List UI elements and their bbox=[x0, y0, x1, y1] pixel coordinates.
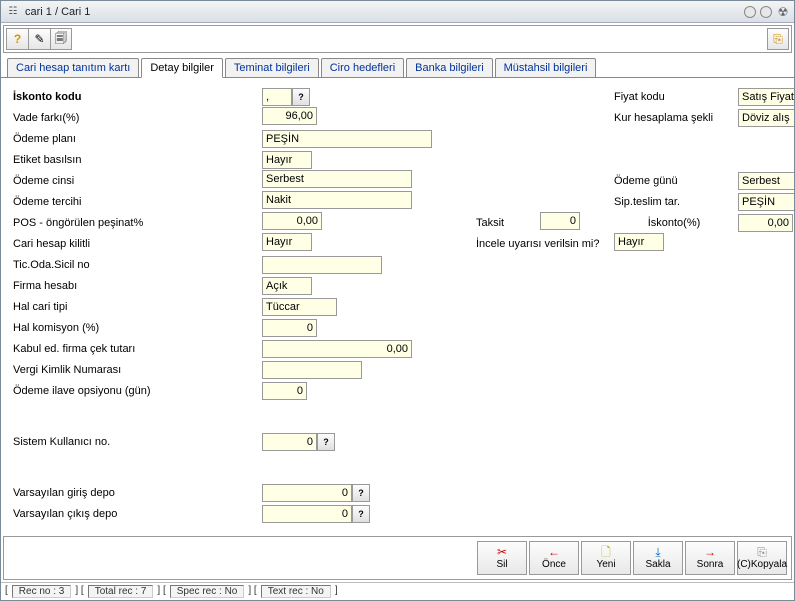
lbl-vergi-kimlik: Vergi Kimlik Numarası bbox=[13, 364, 258, 376]
lookup-iskonto-kodu[interactable]: ? bbox=[292, 88, 310, 106]
lbl-varsayilan-cikis: Varsayılan çıkış depo bbox=[13, 508, 258, 520]
window-title: cari 1 / Cari 1 bbox=[25, 6, 744, 18]
fld-odeme-ilave[interactable]: 0 bbox=[262, 382, 307, 400]
toolbar: ? ✎ 🗐 ⎘ bbox=[3, 25, 792, 53]
new-label: Yeni bbox=[596, 559, 615, 570]
tab-cari-hesap[interactable]: Cari hesap tanıtım kartı bbox=[7, 58, 139, 78]
fld-taksit[interactable]: 0 bbox=[540, 212, 580, 230]
statusbar: [ Rec no : 3 ] [ Total rec : 7 ] [ Spec … bbox=[1, 582, 794, 600]
edit-button[interactable]: ✎ bbox=[28, 28, 50, 50]
copy-icon: ⎘ bbox=[757, 546, 767, 558]
lbl-incele-uyari: İncele uyarısı verilsin mi? bbox=[476, 238, 610, 250]
fld-fiyat-kodu[interactable]: Satış Fiyatı bbox=[738, 88, 794, 106]
delete-icon: ✂ bbox=[497, 546, 507, 558]
status-recno: Rec no : 3 bbox=[12, 585, 72, 598]
form-area: İskonto kodu , ? Fiyat kodu Satış Fiyatı… bbox=[1, 78, 794, 534]
fld-incele-uyari[interactable]: Hayır bbox=[614, 233, 664, 251]
fld-odeme-plani[interactable]: PEŞİN bbox=[262, 130, 432, 148]
help-button[interactable]: ? bbox=[6, 28, 28, 50]
status-totalrec: Total rec : 7 bbox=[88, 585, 154, 598]
fld-etiket-basilsin[interactable]: Hayır bbox=[262, 151, 312, 169]
copy-label: (C)Kopyala bbox=[737, 559, 787, 570]
delete-label: Sil bbox=[496, 559, 507, 570]
lookup-sistem-kullanici[interactable]: ? bbox=[317, 433, 335, 451]
close-button[interactable]: ☢ bbox=[776, 5, 790, 19]
lbl-tic-oda: Tic.Oda.Sicil no bbox=[13, 259, 258, 271]
lbl-varsayilan-giris: Varsayılan giriş depo bbox=[13, 487, 258, 499]
fld-cari-hesap-kilitli[interactable]: Hayır bbox=[262, 233, 312, 251]
lbl-hal-cari: Hal cari tipi bbox=[13, 301, 258, 313]
fld-odeme-gunu[interactable]: Serbest bbox=[738, 172, 794, 190]
lbl-odeme-plani: Ödeme planı bbox=[13, 133, 258, 145]
copy-button[interactable]: ⎘ (C)Kopyala bbox=[737, 541, 787, 575]
save-button[interactable]: ⤓ Sakla bbox=[633, 541, 683, 575]
minimize-button[interactable] bbox=[744, 6, 756, 18]
fld-vergi-kimlik[interactable] bbox=[262, 361, 362, 379]
lookup-varsayilan-cikis[interactable]: ? bbox=[352, 505, 370, 523]
fld-sip-teslim[interactable]: PEŞİN bbox=[738, 193, 794, 211]
action-bar: ✂ Sil ← Önce 🗋 Yeni ⤓ Sakla → Sonra ⎘ (C… bbox=[3, 536, 792, 580]
tab-teminat[interactable]: Teminat bilgileri bbox=[225, 58, 319, 78]
app-icon: ☷ bbox=[5, 4, 21, 20]
fld-kabul-cek[interactable]: 0,00 bbox=[262, 340, 412, 358]
prev-label: Önce bbox=[542, 559, 566, 570]
lbl-cari-hesap-kilitli: Cari hesap kilitli bbox=[13, 238, 258, 250]
lbl-pos-pesinat: POS - öngörülen peşinat% bbox=[13, 217, 258, 229]
new-button[interactable]: 🗋 Yeni bbox=[581, 541, 631, 575]
fld-tic-oda[interactable] bbox=[262, 256, 382, 274]
next-button[interactable]: → Sonra bbox=[685, 541, 735, 575]
arrow-right-icon: → bbox=[704, 546, 716, 558]
lbl-hal-komisyon: Hal komisyon (%) bbox=[13, 322, 258, 334]
save-label: Sakla bbox=[645, 559, 670, 570]
fld-iskonto-kodu[interactable]: , bbox=[262, 88, 292, 106]
status-textrec: Text rec : No bbox=[261, 585, 331, 598]
lbl-odeme-tercihi: Ödeme tercihi bbox=[13, 196, 258, 208]
lbl-sistem-kullanici: Sistem Kullanıcı no. bbox=[13, 436, 258, 448]
lbl-sip-teslim: Sip.teslim tar. bbox=[614, 196, 734, 208]
fld-firma-hesabi[interactable]: Açık bbox=[262, 277, 312, 295]
save-icon: ⤓ bbox=[655, 546, 660, 558]
lbl-iskonto-kodu: İskonto kodu bbox=[13, 91, 258, 103]
lbl-vade-farki: Vade farkı(%) bbox=[13, 112, 258, 124]
lbl-iskonto-pct: İskonto(%) bbox=[614, 217, 734, 229]
new-icon: 🗋 bbox=[601, 546, 611, 558]
lbl-odeme-ilave: Ödeme ilave opsiyonu (gün) bbox=[13, 385, 258, 397]
titlebar: ☷ cari 1 / Cari 1 ☢ bbox=[1, 1, 794, 23]
fld-odeme-cinsi[interactable]: Serbest bbox=[262, 170, 412, 188]
tab-banka[interactable]: Banka bilgileri bbox=[406, 58, 492, 78]
fld-varsayilan-cikis[interactable]: 0 bbox=[262, 505, 352, 523]
lbl-odeme-cinsi: Ödeme cinsi bbox=[13, 175, 258, 187]
tabbar: Cari hesap tanıtım kartı Detay bilgiler … bbox=[1, 55, 794, 78]
tab-detay-bilgiler[interactable]: Detay bilgiler bbox=[141, 58, 223, 78]
arrow-left-icon: ← bbox=[548, 546, 560, 558]
fld-pos-pesinat[interactable]: 0,00 bbox=[262, 212, 322, 230]
fld-hal-komisyon[interactable]: 0 bbox=[262, 319, 317, 337]
fld-iskonto-pct[interactable]: 0,00 bbox=[738, 214, 793, 232]
fld-hal-cari[interactable]: Tüccar bbox=[262, 298, 337, 316]
window: ☷ cari 1 / Cari 1 ☢ ? ✎ 🗐 ⎘ Cari hesap t… bbox=[0, 0, 795, 601]
print-button[interactable]: 🗐 bbox=[50, 28, 72, 50]
lbl-odeme-gunu: Ödeme günü bbox=[614, 175, 734, 187]
fld-varsayilan-giris[interactable]: 0 bbox=[262, 484, 352, 502]
fld-odeme-tercihi[interactable]: Nakit bbox=[262, 191, 412, 209]
lbl-kabul-cek: Kabul ed. firma çek tutarı bbox=[13, 343, 258, 355]
next-label: Sonra bbox=[697, 559, 724, 570]
tab-ciro[interactable]: Ciro hedefleri bbox=[321, 58, 404, 78]
fld-vade-farki[interactable]: 96,00 bbox=[262, 107, 317, 125]
tab-mustahsil[interactable]: Müstahsil bilgileri bbox=[495, 58, 597, 78]
lbl-etiket-basilsin: Etiket basılsın bbox=[13, 154, 258, 166]
lbl-taksit: Taksit bbox=[476, 217, 536, 229]
lbl-fiyat-kodu: Fiyat kodu bbox=[614, 91, 734, 103]
fld-sistem-kullanici[interactable]: 0 bbox=[262, 433, 317, 451]
lbl-kur-hesaplama: Kur hesaplama şekli bbox=[614, 112, 734, 124]
status-specrec: Spec rec : No bbox=[170, 585, 245, 598]
export-button[interactable]: ⎘ bbox=[767, 28, 789, 50]
prev-button[interactable]: ← Önce bbox=[529, 541, 579, 575]
delete-button[interactable]: ✂ Sil bbox=[477, 541, 527, 575]
maximize-button[interactable] bbox=[760, 6, 772, 18]
fld-kur-hesaplama[interactable]: Döviz alış bbox=[738, 109, 794, 127]
lookup-varsayilan-giris[interactable]: ? bbox=[352, 484, 370, 502]
lbl-firma-hesabi: Firma hesabı bbox=[13, 280, 258, 292]
